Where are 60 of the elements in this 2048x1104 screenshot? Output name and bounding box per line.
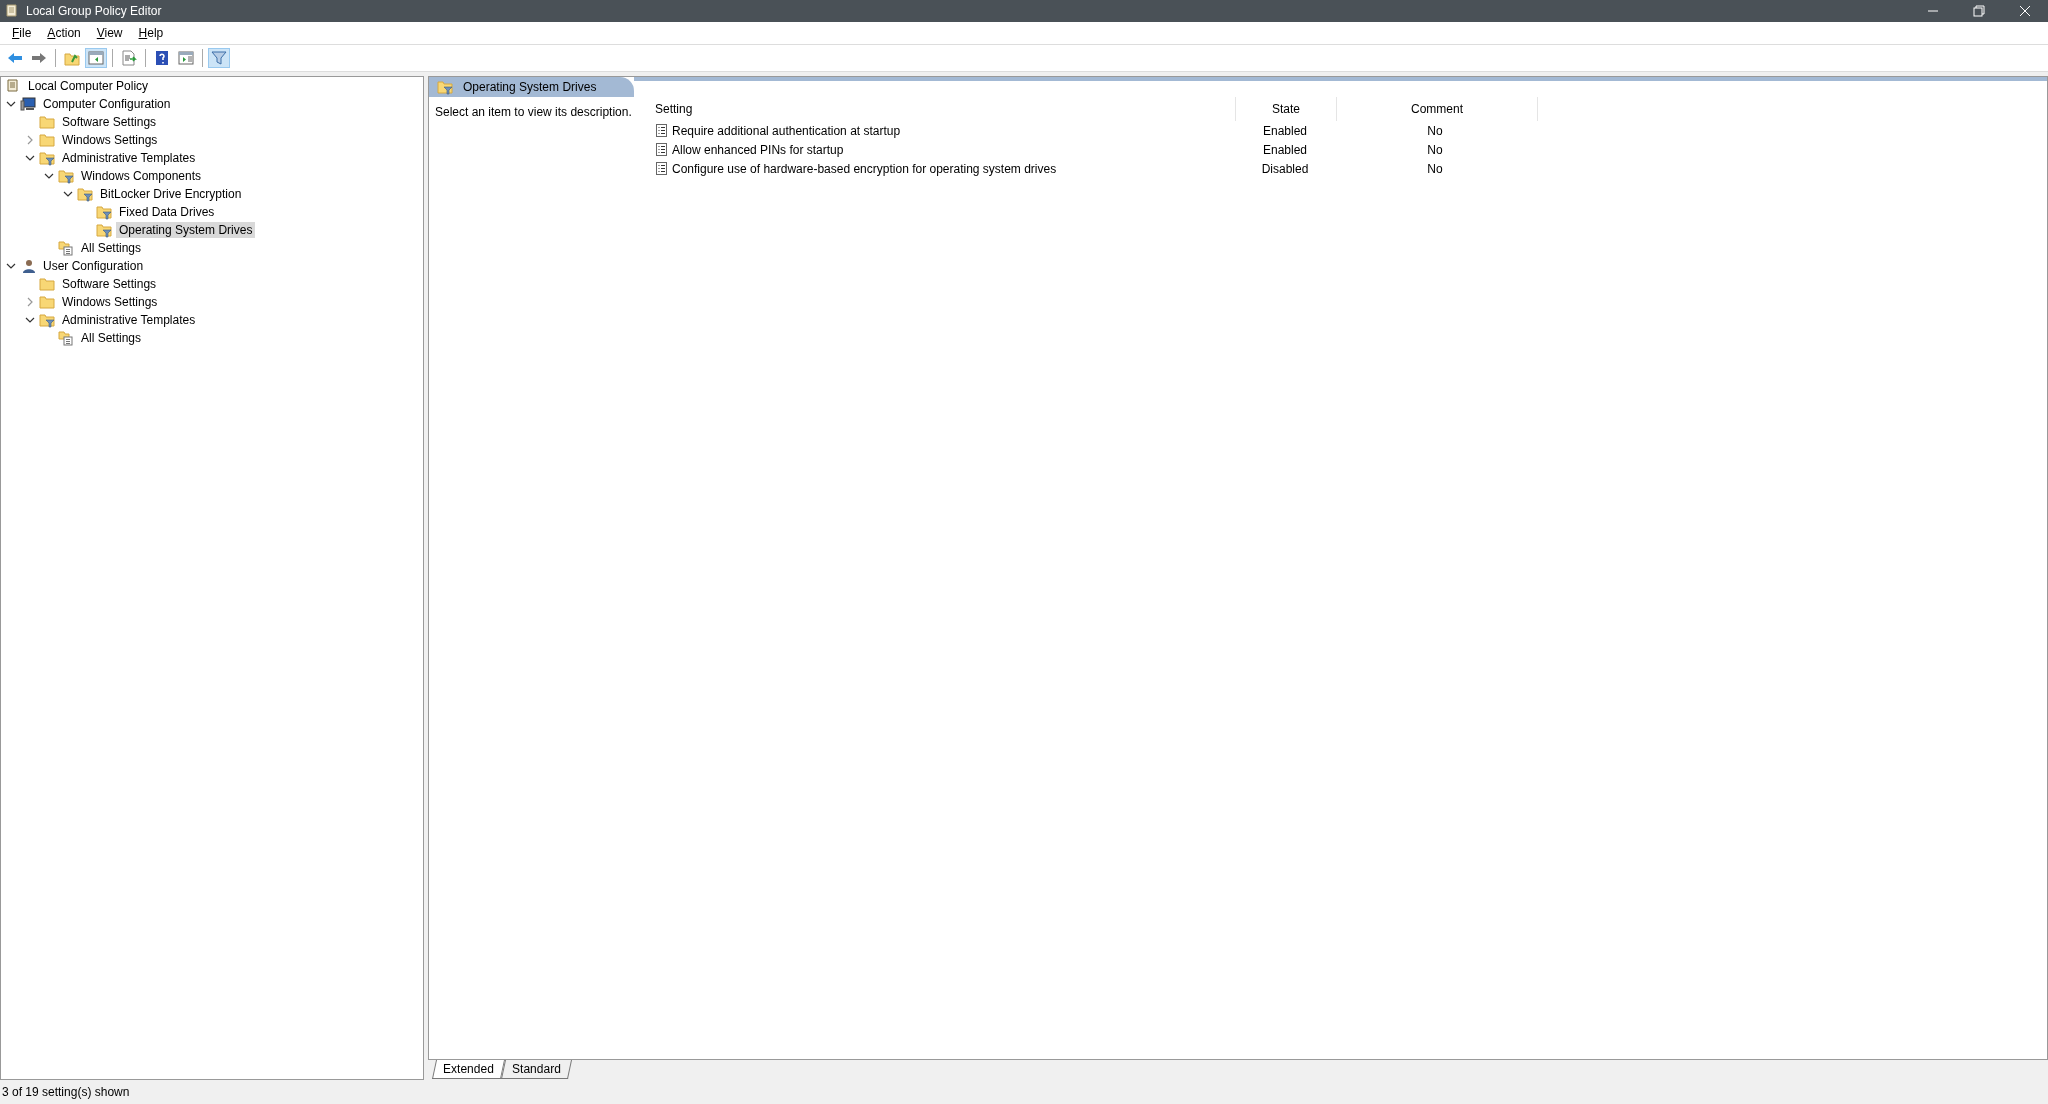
view-tab[interactable]: Extended [432, 1060, 505, 1079]
tree-item[interactable]: Administrative Templates [59, 312, 199, 328]
show-tree-icon[interactable] [85, 48, 107, 68]
tree-item[interactable]: Operating System Drives [116, 222, 256, 238]
setting-name[interactable]: Configure use of hardware-based encryption for operating system drives [672, 161, 1057, 176]
column-header[interactable]: State [1235, 97, 1336, 121]
filter-folder-icon [437, 79, 453, 95]
close-icon[interactable] [2019, 5, 2031, 17]
user-icon [20, 258, 36, 274]
filter-folder-icon [58, 168, 74, 184]
settings-list-icon [58, 240, 74, 256]
tree-item[interactable]: All Settings [78, 330, 145, 346]
state-cell-text: Enabled [1261, 123, 1308, 138]
settings-list-icon [58, 330, 74, 346]
pane-title: Operating System Drives [463, 80, 597, 94]
policy-setting-icon [655, 162, 668, 175]
tree-item[interactable]: Software Settings [59, 276, 160, 292]
tree-item[interactable]: Local Computer Policy [25, 78, 152, 94]
setting-name[interactable]: Allow enhanced PINs for startup [672, 142, 844, 157]
tree-item[interactable]: Windows Settings [59, 132, 161, 148]
scroll-icon [4, 3, 20, 19]
comment-cell-text: No [1426, 142, 1444, 157]
tree-item[interactable]: Administrative Templates [59, 150, 199, 166]
scroll-icon [5, 78, 21, 94]
folder-icon [39, 132, 55, 148]
tree-item[interactable]: Fixed Data Drives [116, 204, 218, 220]
tree-item[interactable]: User Configuration [40, 258, 147, 274]
menu-item[interactable]: File [4, 24, 40, 42]
tree-item[interactable]: Windows Components [78, 168, 205, 184]
view-tab[interactable]: Standard [500, 1060, 572, 1079]
folder-icon [39, 294, 55, 310]
description-text: Select an item to view its description. [434, 104, 633, 121]
tree-item[interactable]: Computer Configuration [40, 96, 174, 112]
menu-item[interactable]: Help [130, 24, 172, 42]
policy-setting-icon [655, 143, 668, 156]
computer-icon [20, 96, 36, 112]
tree-item[interactable]: Software Settings [59, 114, 160, 130]
filter-icon[interactable] [208, 48, 230, 68]
column-header[interactable]: Setting [653, 102, 1235, 116]
state-cell-text: Disabled [1260, 161, 1310, 176]
filter-folder-icon [77, 186, 93, 202]
tree-item[interactable]: Windows Settings [59, 294, 161, 310]
policy-setting-icon [655, 124, 668, 137]
comment-cell-text: No [1426, 161, 1444, 176]
filter-folder-icon [39, 150, 55, 166]
column-header[interactable]: Comment [1336, 97, 1538, 121]
filter-folder-icon [96, 204, 112, 220]
folder-icon [39, 114, 55, 130]
filter-folder-icon [39, 312, 55, 328]
window-title: Local Group Policy Editor [26, 4, 163, 18]
tree-item[interactable]: All Settings [78, 240, 145, 256]
state-cell-text: Enabled [1261, 142, 1308, 157]
filter-folder-icon [96, 222, 112, 238]
folder-icon [39, 276, 55, 292]
tree-item[interactable]: BitLocker Drive Encryption [97, 186, 245, 202]
restore-icon[interactable] [1973, 5, 1985, 17]
setting-name[interactable]: Require additional authentication at startup [672, 123, 901, 138]
menu-item[interactable]: Action [39, 24, 89, 42]
menu-item[interactable]: View [88, 24, 131, 42]
comment-cell-text: No [1426, 123, 1444, 138]
